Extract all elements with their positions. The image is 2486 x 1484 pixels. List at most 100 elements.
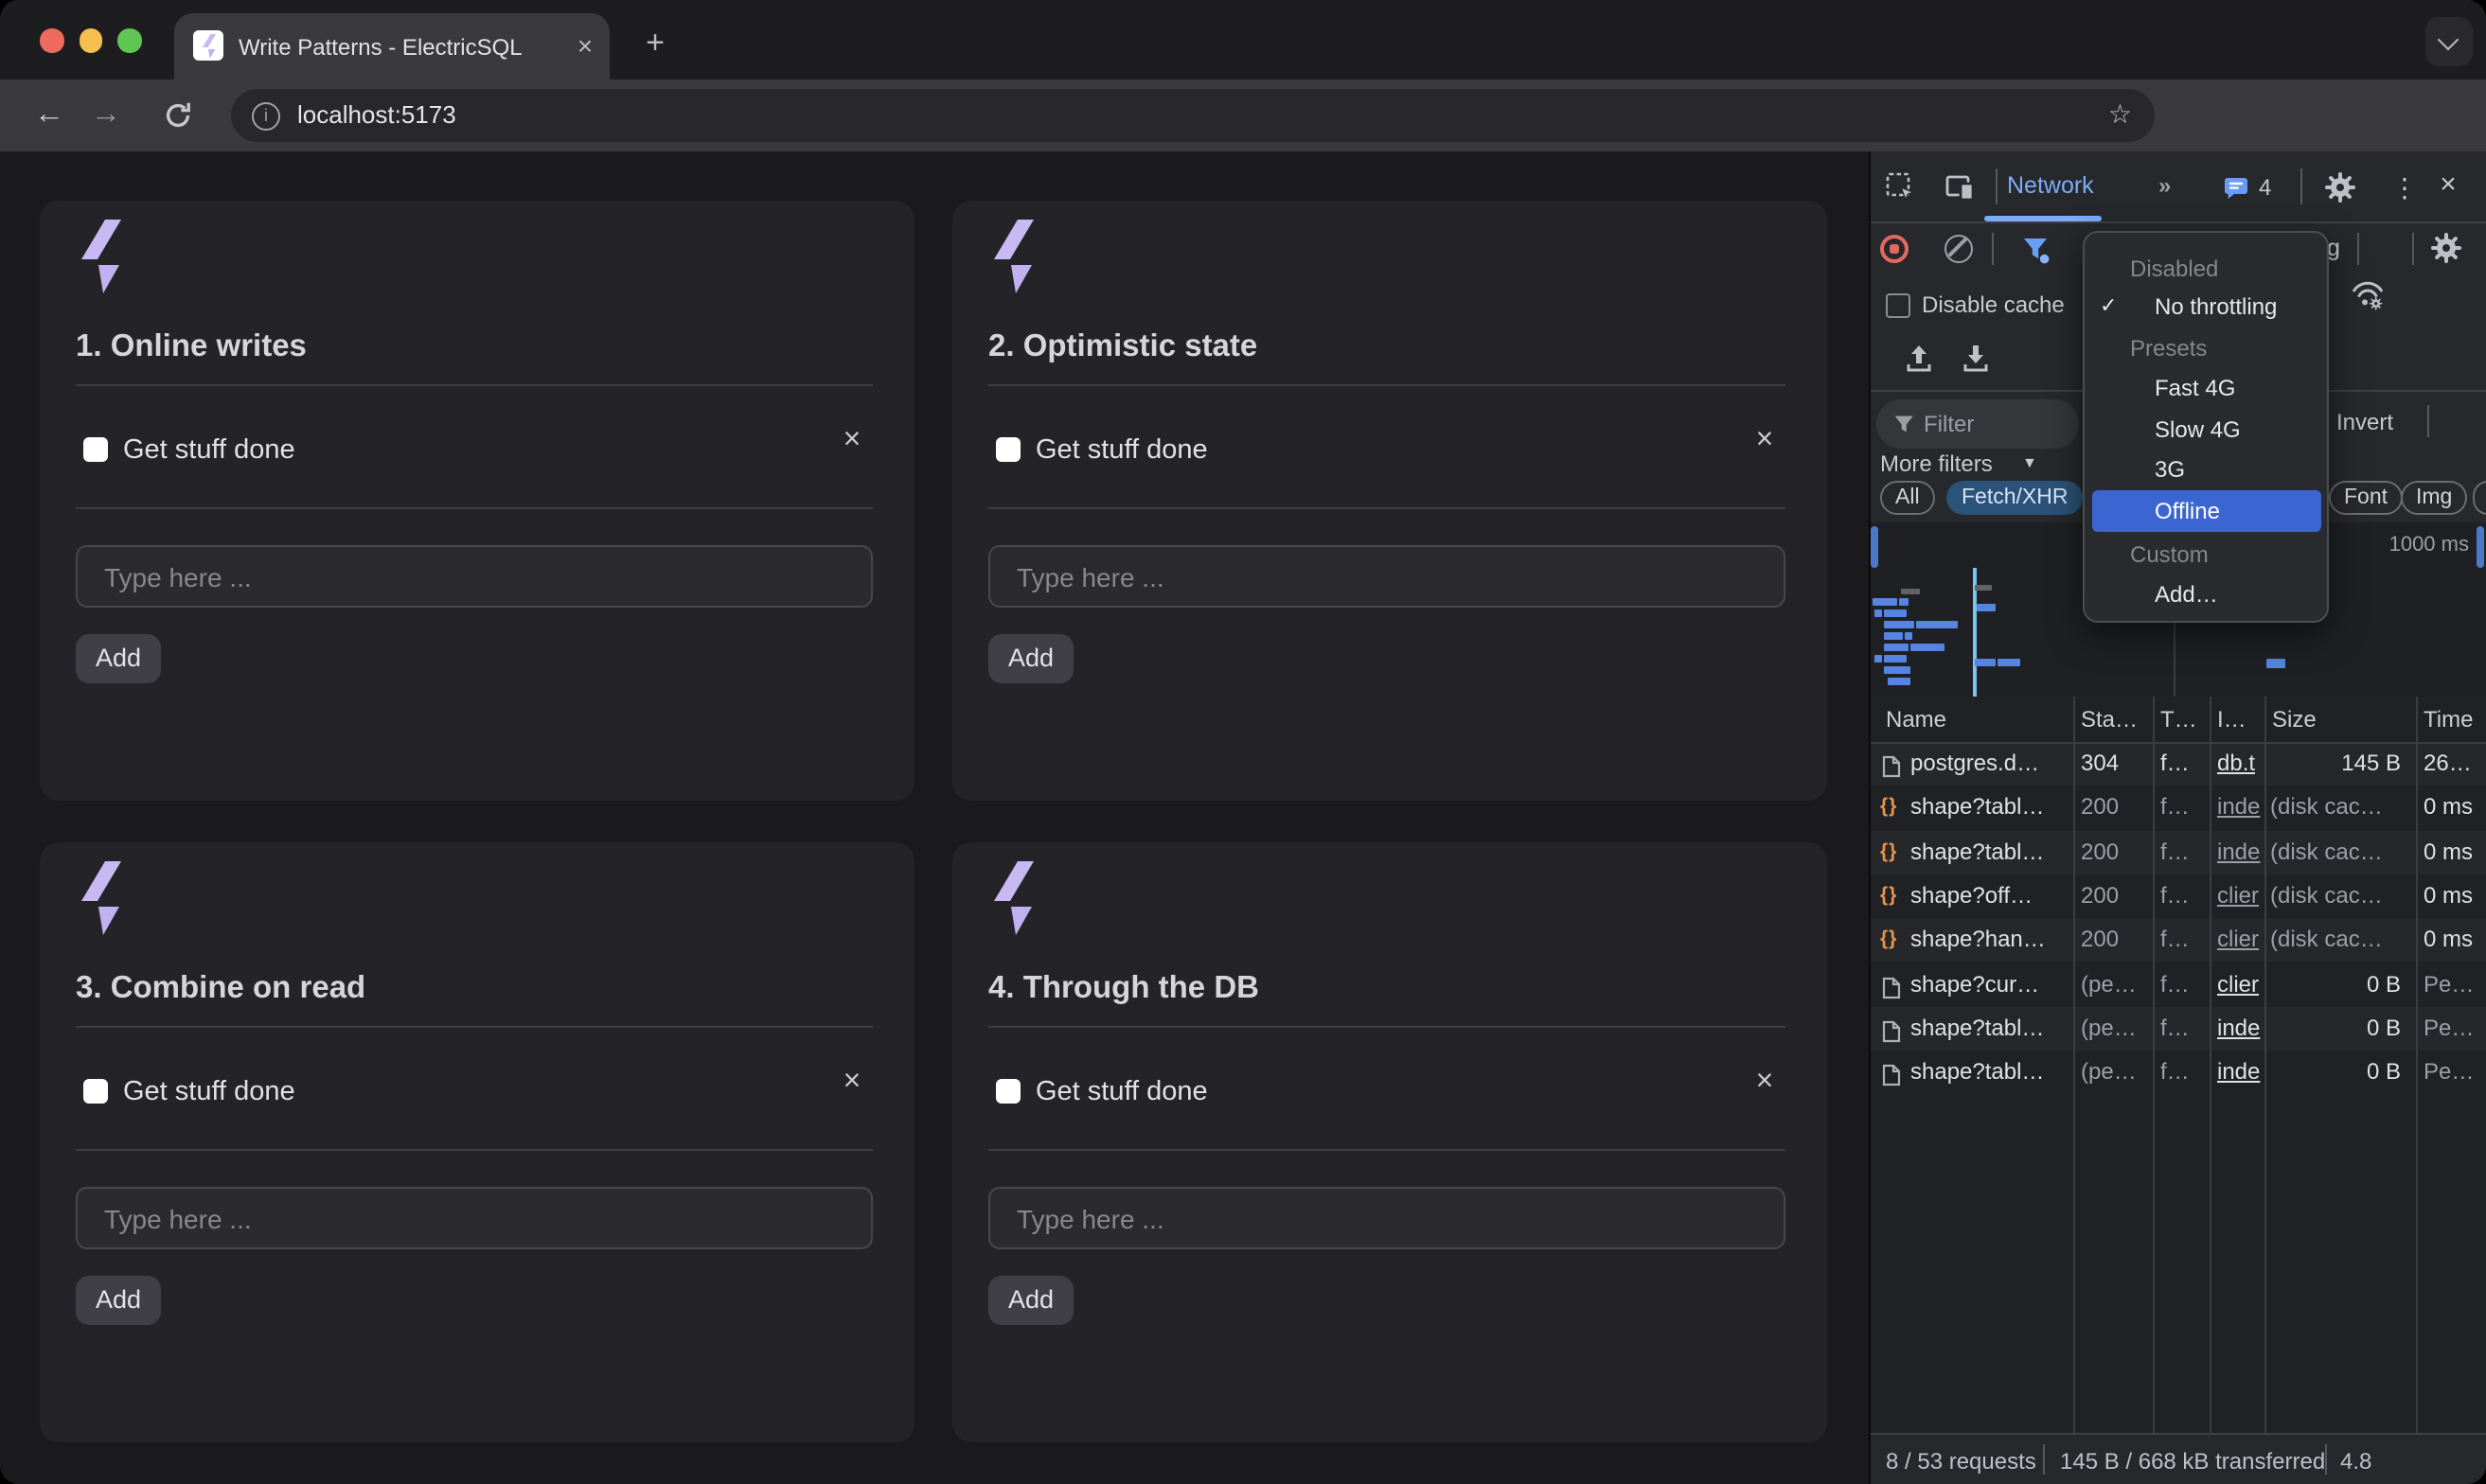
- request-row[interactable]: shape?tabl…(pe…f…inde0 BPe…: [1871, 1051, 2486, 1095]
- add-button[interactable]: Add: [76, 634, 161, 683]
- traffic-minimize-button[interactable]: [79, 28, 102, 52]
- electric-bolt-icon: [994, 220, 1034, 303]
- request-initiator[interactable]: inde: [2217, 830, 2263, 874]
- network-conditions-wifi-icon[interactable]: [2350, 280, 2386, 320]
- column-header-name[interactable]: Name: [1886, 697, 1946, 742]
- back-button[interactable]: ←: [23, 80, 76, 151]
- throttle-option-3g[interactable]: 3G: [2155, 456, 2185, 483]
- filter-chip-img[interactable]: Img: [2401, 481, 2467, 515]
- request-row[interactable]: {}shape?han…200f…clier(disk cac…0 ms: [1871, 918, 2486, 963]
- new-tab-button[interactable]: +: [632, 21, 678, 66]
- request-initiator[interactable]: clier: [2217, 918, 2263, 963]
- import-har-icon[interactable]: [1905, 344, 1933, 384]
- issues-icon[interactable]: [2223, 176, 2249, 210]
- add-button[interactable]: Add: [988, 1276, 1074, 1325]
- request-row[interactable]: {}shape?tabl…200f…inde(disk cac…0 ms: [1871, 786, 2486, 831]
- throttle-option-presets: Presets: [2130, 335, 2207, 362]
- disable-cache-label[interactable]: Disable cache: [1922, 292, 2065, 318]
- todo-checkbox[interactable]: [83, 437, 108, 462]
- request-time: Pe…: [2424, 963, 2484, 1007]
- record-network-log-button[interactable]: [1880, 235, 1909, 263]
- request-row[interactable]: {}shape?off…200f…clier(disk cac…0 ms: [1871, 874, 2486, 919]
- more-filters-label[interactable]: More filters: [1880, 450, 1993, 477]
- divider: [2412, 233, 2414, 265]
- request-initiator[interactable]: clier: [2217, 874, 2263, 919]
- export-har-icon[interactable]: [1962, 344, 1990, 384]
- request-initiator[interactable]: clier: [2217, 963, 2263, 1007]
- add-button[interactable]: Add: [988, 634, 1074, 683]
- request-row[interactable]: {}shape?tabl…200f…inde(disk cac…0 ms: [1871, 830, 2486, 874]
- devtools-menu-icon[interactable]: ⋮: [2389, 168, 2420, 206]
- todo-delete-icon[interactable]: ×: [835, 1066, 869, 1100]
- todo-delete-icon[interactable]: ×: [1748, 424, 1782, 458]
- todo-input[interactable]: [988, 545, 1785, 608]
- network-settings-gear-icon[interactable]: [2431, 233, 2461, 273]
- request-initiator[interactable]: inde: [2217, 1007, 2263, 1051]
- add-button[interactable]: Add: [76, 1276, 161, 1325]
- throttle-option-slow4g[interactable]: Slow 4G: [2155, 416, 2241, 443]
- divider: [2357, 233, 2359, 265]
- column-header-i[interactable]: I…: [2217, 697, 2246, 742]
- todo-checkbox[interactable]: [996, 1079, 1021, 1104]
- todo-delete-icon[interactable]: ×: [835, 424, 869, 458]
- network-filter-input[interactable]: Filter: [1876, 399, 2079, 449]
- traffic-zoom-button[interactable]: [117, 28, 141, 52]
- devtools-settings-gear-icon[interactable]: [2325, 172, 2355, 212]
- todo-input[interactable]: [76, 545, 873, 608]
- filter-chip-clipped[interactable]: [2473, 481, 2486, 515]
- column-divider: [2264, 697, 2266, 1433]
- traffic-close-button[interactable]: [40, 28, 63, 52]
- todo-delete-icon[interactable]: ×: [1748, 1066, 1782, 1100]
- request-row[interactable]: shape?cur…(pe…f…clier0 BPe…: [1871, 963, 2486, 1007]
- todo-checkbox[interactable]: [83, 1079, 108, 1104]
- column-header-t[interactable]: T…: [2160, 697, 2197, 742]
- todo-card: 1. Online writesGet stuff done×Add: [40, 201, 914, 801]
- clear-network-log-icon[interactable]: [1944, 235, 1973, 263]
- electric-bolt-icon: [994, 861, 1034, 945]
- caret-down-icon[interactable]: ▼: [2022, 454, 2037, 471]
- request-row[interactable]: shape?tabl…(pe…f…inde0 BPe…: [1871, 1007, 2486, 1051]
- request-initiator[interactable]: inde: [2217, 1051, 2263, 1095]
- column-header-sta[interactable]: Sta…: [2081, 697, 2138, 742]
- tab-search-button[interactable]: [2425, 17, 2473, 66]
- column-divider: [2210, 697, 2211, 1433]
- filter-toggle-icon[interactable]: [2022, 237, 2051, 274]
- request-row[interactable]: postgres.d…304f…db.t145 B26…: [1871, 742, 2486, 786]
- invert-filter-label[interactable]: Invert: [2336, 409, 2393, 435]
- url-bar[interactable]: i localhost:5173 ☆: [231, 89, 2155, 142]
- issues-count[interactable]: 4: [2259, 174, 2271, 201]
- browser-tab[interactable]: Write Patterns - ElectricSQL ×: [174, 13, 610, 80]
- disable-cache-checkbox[interactable]: [1886, 293, 1910, 318]
- reload-button[interactable]: [151, 80, 204, 151]
- network-requests-table: Name Sta… T… I… Size Timepostgres.d…304f…db.t…: [1871, 697, 2486, 1433]
- inspect-element-icon[interactable]: [1886, 172, 1916, 212]
- filter-chip-font[interactable]: Font: [2329, 481, 2403, 515]
- tab-close-icon[interactable]: ×: [568, 28, 602, 62]
- bookmark-star-icon[interactable]: ☆: [2108, 98, 2132, 131]
- throttle-option-add[interactable]: Add…: [2155, 581, 2218, 608]
- filter-chip-fetchxhr[interactable]: Fetch/XHR: [1946, 481, 2084, 515]
- site-info-icon[interactable]: i: [252, 102, 280, 131]
- forward-button[interactable]: →: [80, 80, 133, 151]
- url-text[interactable]: localhost:5173: [297, 100, 456, 129]
- device-toolbar-icon[interactable]: [1944, 172, 1975, 212]
- todo-input[interactable]: [988, 1187, 1785, 1249]
- todo-input[interactable]: [76, 1187, 873, 1249]
- request-time: 0 ms: [2424, 786, 2484, 831]
- devtools-close-icon[interactable]: ×: [2429, 167, 2467, 204]
- throttle-option-fast4g[interactable]: Fast 4G: [2155, 375, 2235, 401]
- tab-network[interactable]: Network: [2007, 172, 2094, 199]
- filter-chip-all[interactable]: All: [1880, 481, 1935, 515]
- column-header-size[interactable]: Size: [2272, 697, 2317, 742]
- todo-checkbox[interactable]: [996, 437, 1021, 462]
- throttling-select-clipped-text[interactable]: g: [2327, 235, 2340, 261]
- request-initiator[interactable]: db.t: [2217, 742, 2263, 786]
- todo-label: Get stuff done: [1036, 435, 1208, 466]
- request-name: shape?off…: [1910, 874, 2069, 919]
- throttle-option-nothrottling[interactable]: No throttling: [2155, 293, 2277, 320]
- column-header-time[interactable]: Time: [2424, 697, 2473, 742]
- throttle-option-offline[interactable]: Offline: [2155, 498, 2220, 524]
- request-initiator[interactable]: inde: [2217, 786, 2263, 831]
- more-panels-icon[interactable]: »: [2158, 172, 2169, 199]
- funnel-icon: [1893, 413, 1916, 447]
